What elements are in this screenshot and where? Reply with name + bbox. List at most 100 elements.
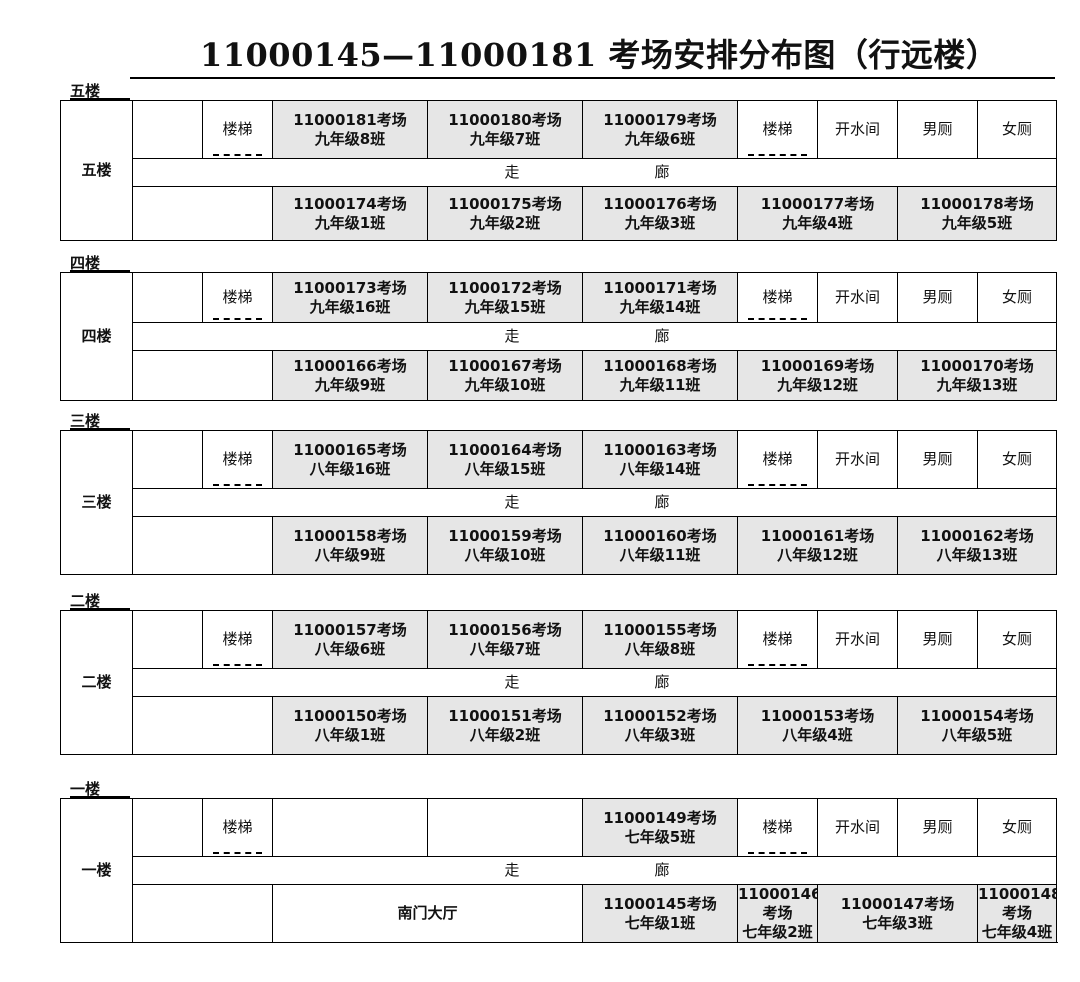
exam-room: 11000167考场 九年级10班 — [427, 350, 583, 401]
room-number: 11000172考场 — [448, 278, 562, 297]
corridor: 走廊 — [132, 488, 1057, 517]
stair-cell: 楼梯 — [737, 272, 818, 323]
floor-name: 三楼 — [60, 430, 133, 575]
room-class: 八年级16班 — [309, 459, 391, 478]
floor-5-table: 五楼 楼梯 11000181考场 九年级8班 11000180考场 九年级7班 11… — [60, 100, 1057, 241]
room-number: 11000152考场 — [603, 706, 717, 725]
stair-cell: 楼梯 — [202, 272, 273, 323]
room-number: 11000145考场 — [603, 894, 717, 913]
room-number: 11000148考场 — [978, 885, 1057, 923]
floor-3: 三楼 楼梯 11000165考场 八年级16班 11000164考场 八年级15班 … — [60, 430, 1057, 575]
corridor: 走廊 — [132, 668, 1057, 697]
stair-label: 楼梯 — [762, 120, 793, 138]
mens-restroom: 男厕 — [897, 610, 978, 669]
room-number: 11000153考场 — [760, 706, 875, 725]
stair-cell: 楼梯 — [737, 610, 818, 669]
stair-label: 楼梯 — [222, 450, 253, 468]
room-number: 11000161考场 — [760, 526, 875, 545]
room-class: 九年级5班 — [941, 213, 1013, 232]
room-class: 八年级4班 — [782, 725, 853, 744]
stair-cell: 楼梯 — [737, 430, 818, 489]
room-number: 11000158考场 — [293, 526, 407, 545]
room-class: 九年级3班 — [624, 213, 696, 232]
room-class: 八年级8班 — [624, 639, 696, 658]
room-class: 九年级15班 — [464, 297, 546, 316]
womens-restroom: 女厕 — [977, 100, 1057, 159]
womens-restroom: 女厕 — [977, 798, 1057, 857]
room-number: 11000165考场 — [293, 440, 407, 459]
room-class: 八年级1班 — [314, 725, 386, 744]
water-room: 开水间 — [817, 272, 898, 323]
exam-room: 11000156考场 八年级7班 — [427, 610, 583, 669]
water-room: 开水间 — [817, 100, 898, 159]
room-class: 八年级10班 — [464, 545, 546, 564]
exam-room: 11000176考场 九年级3班 — [582, 186, 738, 241]
water-room: 开水间 — [817, 798, 898, 857]
corridor-label-2: 廊 — [654, 861, 670, 879]
empty-cell — [132, 610, 203, 669]
empty-cell — [132, 516, 273, 575]
room-number: 11000167考场 — [448, 356, 562, 375]
corridor-label-2: 廊 — [654, 163, 670, 181]
room-number: 11000175考场 — [448, 194, 562, 213]
stair-label: 楼梯 — [762, 288, 793, 306]
empty-cell — [132, 272, 203, 323]
exam-room: 11000155考场 八年级8班 — [582, 610, 738, 669]
exam-room: 11000164考场 八年级15班 — [427, 430, 583, 489]
exam-room: 11000166考场 九年级9班 — [272, 350, 428, 401]
exam-room: 11000174考场 九年级1班 — [272, 186, 428, 241]
exam-room: 11000157考场 八年级6班 — [272, 610, 428, 669]
exam-room: 11000151考场 八年级2班 — [427, 696, 583, 755]
room-number: 11000170考场 — [920, 356, 1034, 375]
room-number: 11000159考场 — [448, 526, 562, 545]
exam-room: 11000175考场 九年级2班 — [427, 186, 583, 241]
floor-name: 一楼 — [60, 798, 133, 943]
floor-5: 五楼 楼梯 11000181考场 九年级8班 11000180考场 九年级7班 11… — [60, 100, 1057, 241]
room-class: 八年级12班 — [777, 545, 858, 564]
room-number: 11000177考场 — [760, 194, 875, 213]
empty-cell — [132, 100, 203, 159]
exam-room: 11000152考场 八年级3班 — [582, 696, 738, 755]
exam-room: 11000146考场 七年级2班 — [737, 884, 818, 943]
room-class: 七年级3班 — [862, 913, 933, 932]
room-number: 11000169考场 — [760, 356, 875, 375]
room-class: 八年级13班 — [936, 545, 1018, 564]
empty-cell — [132, 186, 273, 241]
corridor-label-2: 廊 — [654, 673, 670, 691]
stair-cell: 楼梯 — [202, 798, 273, 857]
room-class: 九年级12班 — [777, 375, 858, 394]
stair-label: 楼梯 — [762, 818, 793, 836]
room-class: 八年级2班 — [469, 725, 541, 744]
room-class: 八年级6班 — [314, 639, 386, 658]
exam-room: 11000145考场 七年级1班 — [582, 884, 738, 943]
exam-room: 11000149考场 七年级5班 — [582, 798, 738, 857]
exam-room: 11000158考场 八年级9班 — [272, 516, 428, 575]
room-number: 11000174考场 — [293, 194, 407, 213]
corridor-label-1: 走 — [504, 163, 520, 181]
room-class: 九年级7班 — [469, 129, 541, 148]
empty-cell — [272, 798, 428, 857]
floor-4: 四楼 楼梯 11000173考场 九年级16班 11000172考场 九年级15班 … — [60, 272, 1057, 401]
exam-room: 11000163考场 八年级14班 — [582, 430, 738, 489]
stair-cell: 楼梯 — [202, 610, 273, 669]
exam-room: 11000160考场 八年级11班 — [582, 516, 738, 575]
floor-2: 二楼 楼梯 11000157考场 八年级6班 11000156考场 八年级7班 11… — [60, 610, 1057, 755]
exam-room: 11000150考场 八年级1班 — [272, 696, 428, 755]
floor-2-table: 二楼 楼梯 11000157考场 八年级6班 11000156考场 八年级7班 11… — [60, 610, 1057, 755]
room-class: 九年级4班 — [782, 213, 853, 232]
room-class: 八年级9班 — [314, 545, 386, 564]
title-underline — [130, 77, 1055, 79]
exam-room: 11000177考场 九年级4班 — [737, 186, 898, 241]
mens-restroom: 男厕 — [897, 798, 978, 857]
exam-room: 11000165考场 八年级16班 — [272, 430, 428, 489]
room-class: 九年级8班 — [314, 129, 386, 148]
room-number: 11000160考场 — [603, 526, 717, 545]
empty-cell — [132, 798, 203, 857]
floor-name: 二楼 — [60, 610, 133, 755]
room-class: 八年级15班 — [464, 459, 546, 478]
room-class: 七年级5班 — [624, 827, 696, 846]
exam-room: 11000169考场 九年级12班 — [737, 350, 898, 401]
corridor-label-1: 走 — [504, 493, 520, 511]
room-number: 11000181考场 — [293, 110, 407, 129]
exam-room: 11000178考场 九年级5班 — [897, 186, 1057, 241]
